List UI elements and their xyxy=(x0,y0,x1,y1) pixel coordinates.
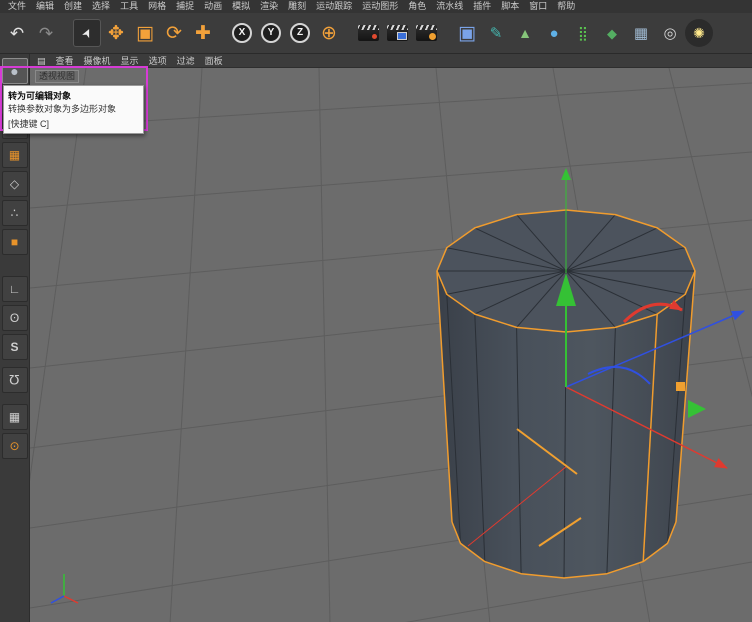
spline-pen-icon[interactable]: ✎ xyxy=(482,19,510,47)
live-selection-icon[interactable]: ➤ xyxy=(73,19,101,47)
menubar: 文件 编辑 创建 选择 工具 网格 捕捉 动画 模拟 渲染 雕刻 运动跟踪 运动图形 角色 流水线 插件 脚本窗… xyxy=(0,0,752,13)
menu-animate[interactable]: 动画 xyxy=(199,0,227,13)
menu-file[interactable]: 文件 xyxy=(3,0,31,13)
tooltip-title: 转为可编辑对象 xyxy=(8,91,72,101)
menu-script[interactable]: 脚本 xyxy=(496,0,524,13)
coord-system-icon[interactable]: ⊕ xyxy=(315,19,343,47)
left-toolbar: ● □ ▦ ◇ ∴ ■ ∟ xyxy=(0,54,30,622)
lock-y-axis-icon[interactable]: Y xyxy=(257,19,285,47)
generator-icon[interactable]: ▲ xyxy=(511,19,539,47)
viewport-menubar: ▤ 查看 摄像机 显示 选项 过滤 面板 xyxy=(30,54,752,68)
vmenu-panel[interactable]: 面板 xyxy=(200,54,228,68)
lock-z-axis-icon[interactable]: Z xyxy=(286,19,314,47)
snap-s-icon[interactable]: S xyxy=(1,334,28,360)
menu-character[interactable]: 角色 xyxy=(403,0,431,13)
viewport-solo-icon[interactable]: ʘ xyxy=(1,305,28,331)
quantize-grid-icon[interactable]: ▦ xyxy=(1,404,28,430)
mograph-icon[interactable]: ⣿ xyxy=(569,19,597,47)
camera-icon[interactable]: ◎ xyxy=(656,19,684,47)
axis-mode-icon[interactable]: ∟ xyxy=(1,276,28,302)
redo-icon[interactable]: ↷ xyxy=(32,19,60,47)
render-settings-icon[interactable] xyxy=(412,19,440,47)
viewport-canvas[interactable] xyxy=(30,68,752,622)
viewport-label[interactable]: 透视视图 xyxy=(35,70,80,83)
polygons-mode-icon[interactable]: ■ xyxy=(1,229,28,255)
move-tool-icon[interactable]: ✥ xyxy=(102,19,130,47)
menu-help[interactable]: 帮助 xyxy=(552,0,580,13)
workplane-mode-icon[interactable]: ◇ xyxy=(1,171,28,197)
volume-icon[interactable]: ● xyxy=(540,19,568,47)
menu-render[interactable]: 渲染 xyxy=(255,0,283,13)
menu-select[interactable]: 选择 xyxy=(87,0,115,13)
menu-sculpt[interactable]: 雕刻 xyxy=(283,0,311,13)
tooltip-description: 转换参数对象为多边形对象 xyxy=(8,104,117,114)
c4d-window: 文件 编辑 创建 选择 工具 网格 捕捉 动画 模拟 渲染 雕刻 运动跟踪 运动图形 角色 流水线 插件 脚本窗… xyxy=(0,0,752,622)
vmenu-cameras[interactable]: 摄像机 xyxy=(79,54,116,68)
menu-mesh[interactable]: 网格 xyxy=(143,0,171,13)
tooltip: 转为可编辑对象 转换参数对象为多边形对象 [快捷键 C] xyxy=(3,85,144,134)
menu-simulate[interactable]: 模拟 xyxy=(227,0,255,13)
menu-motion-tracker[interactable]: 运动跟踪 xyxy=(311,0,357,13)
convert-editable-icon[interactable]: ● xyxy=(1,58,28,84)
viewport-layout-icon[interactable]: ▤ xyxy=(32,54,51,68)
array-grid-icon[interactable]: ▦ xyxy=(627,19,655,47)
simulate-icon[interactable]: ◆ xyxy=(598,19,626,47)
texture-mode-icon[interactable]: ▦ xyxy=(1,142,28,168)
scale-tool-icon[interactable]: ▣ xyxy=(131,19,159,47)
menu-tools[interactable]: 工具 xyxy=(115,0,143,13)
render-view-icon[interactable] xyxy=(354,19,382,47)
menu-window[interactable]: 窗口 xyxy=(524,0,552,13)
points-mode-icon[interactable]: ∴ xyxy=(1,200,28,226)
vmenu-filter[interactable]: 过滤 xyxy=(172,54,200,68)
vmenu-options[interactable]: 选项 xyxy=(144,54,172,68)
plane-handle[interactable] xyxy=(688,400,706,418)
tooltip-shortcut: [快捷键 C] xyxy=(8,119,50,129)
menu-create[interactable]: 创建 xyxy=(59,0,87,13)
last-tool-icon[interactable]: ✚ xyxy=(189,19,217,47)
vmenu-view[interactable]: 查看 xyxy=(51,54,79,68)
rotate-tool-icon[interactable]: ⟳ xyxy=(160,19,188,47)
menu-mograph[interactable]: 运动图形 xyxy=(357,0,403,13)
lock-x-axis-icon[interactable]: X xyxy=(228,19,256,47)
vmenu-display[interactable]: 显示 xyxy=(116,54,144,68)
menu-edit[interactable]: 编辑 xyxy=(31,0,59,13)
render-picture-viewer-icon[interactable] xyxy=(383,19,411,47)
menu-pipeline[interactable]: 流水线 xyxy=(431,0,468,13)
menu-snap[interactable]: 捕捉 xyxy=(171,0,199,13)
workplane-lock-icon[interactable]: ⊙ xyxy=(1,433,28,459)
menu-plugins[interactable]: 插件 xyxy=(468,0,496,13)
world-axis-indicator xyxy=(50,574,79,604)
light-icon[interactable]: ✺ xyxy=(685,19,713,47)
undo-icon[interactable]: ↶ xyxy=(3,19,31,47)
main-toolbar: ↶ ↷ ➤ ✥ ▣ ⟳ ✚ X Y Z ⊕ ▣ ✎ ▲ ● ⣿ ◆ ▦ ◎ ✺ xyxy=(0,13,752,54)
magnet-snap-icon[interactable]: Ω xyxy=(1,367,28,393)
add-cube-icon[interactable]: ▣ xyxy=(453,19,481,47)
axis-handle[interactable] xyxy=(676,382,685,391)
